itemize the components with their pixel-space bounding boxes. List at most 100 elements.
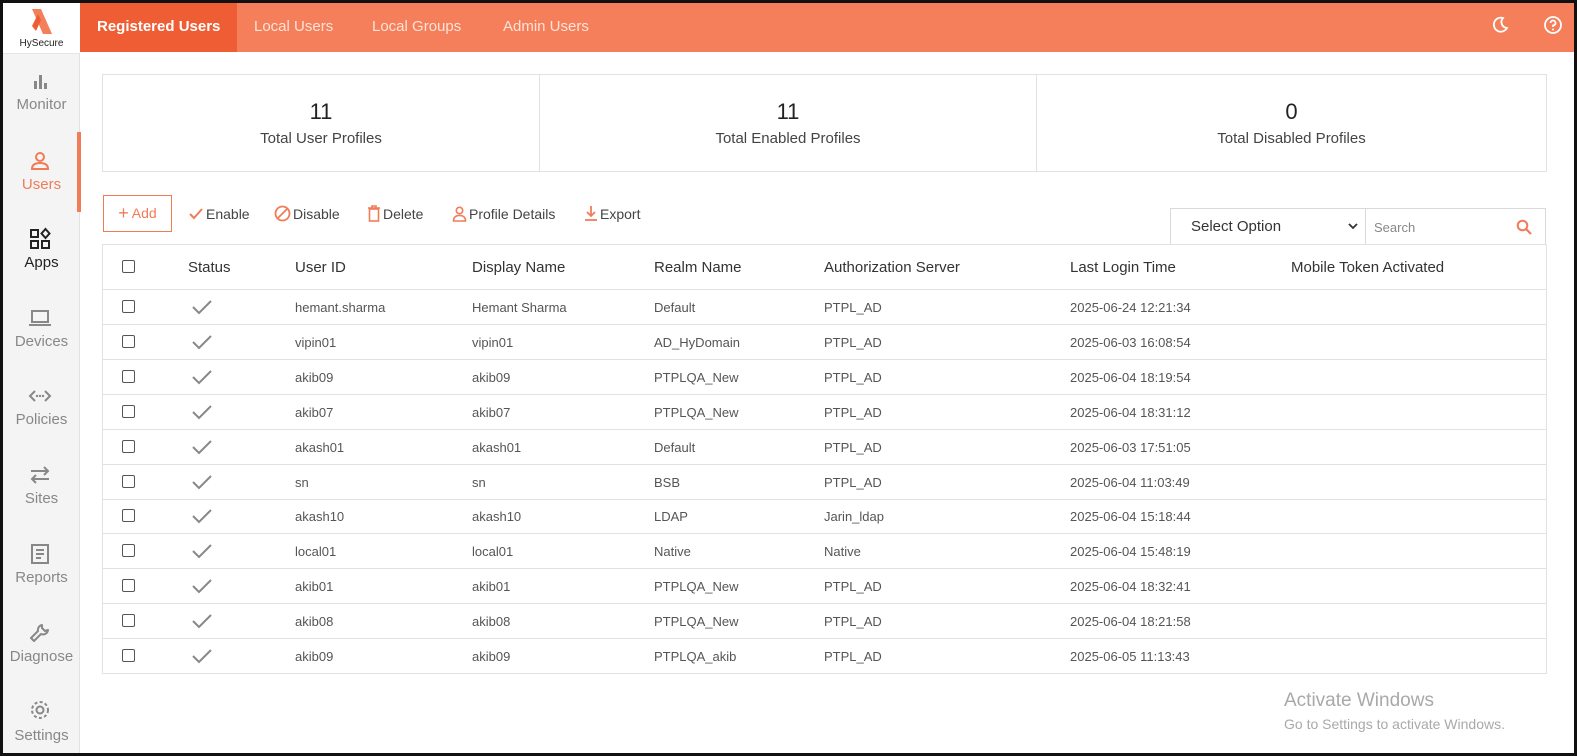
tab-registered-users[interactable]: Registered Users — [80, 3, 238, 52]
enable-button[interactable]: Enable — [188, 202, 250, 226]
disable-button[interactable]: Disable — [274, 202, 340, 226]
cell-authorization-server: PTPL_AD — [824, 404, 882, 420]
column-header-last-login-time[interactable]: Last Login Time — [1070, 259, 1176, 276]
sidebar-item-apps[interactable]: Apps — [3, 225, 80, 301]
logo[interactable]: HySecure — [3, 3, 80, 54]
sidebar-item-label: Diagnose — [9, 648, 74, 665]
cell-display-name: akib09 — [472, 369, 511, 385]
cell-last-login-time: 2025-06-04 15:18:44 — [1070, 509, 1191, 525]
users-table: Status User ID Display Name Realm Name A… — [102, 244, 1547, 674]
tab-local-users[interactable]: Local Users — [237, 3, 350, 52]
stat-value: 11 — [309, 99, 333, 124]
report-icon — [31, 544, 49, 564]
cell-realm-name: BSB — [654, 474, 681, 490]
table-row[interactable]: akib09 akib09 PTPLQA_New PTPL_AD 2025-06-04 … — [103, 360, 1546, 395]
sidebar-item-users[interactable]: Users — [3, 147, 80, 223]
enabled-check-icon — [192, 300, 212, 315]
stat-total-user-profiles: 11 Total User Profiles — [103, 75, 539, 171]
stat-total-enabled-profiles: 11 Total Enabled Profiles — [539, 75, 1036, 171]
row-checkbox[interactable] — [122, 334, 135, 348]
select-all-checkbox[interactable] — [122, 260, 135, 273]
table-row[interactable]: akib07 akib07 PTPLQA_New PTPL_AD 2025-06-04 … — [103, 395, 1546, 430]
profile-details-button[interactable]: Profile Details — [452, 202, 555, 226]
cell-user-id: local01 — [295, 544, 337, 560]
add-button[interactable]: + Add — [103, 195, 172, 232]
table-row[interactable]: akib09 akib09 PTPLQA_akib PTPL_AD 2025-06-05… — [103, 639, 1546, 674]
export-label: Export — [600, 206, 641, 222]
cell-user-id: akash10 — [295, 509, 345, 525]
row-checkbox[interactable] — [122, 544, 135, 558]
cell-user-id: akib09 — [295, 369, 334, 385]
download-icon — [585, 206, 597, 221]
table-row[interactable]: akib08 akib08 PTPLQA_New PTPL_AD 2025-06-04 … — [103, 604, 1546, 640]
column-header-display-name[interactable]: Display Name — [472, 259, 565, 276]
table-row[interactable]: sn sn BSB PTPL_AD 2025-06-04 11:03:49 — [103, 465, 1546, 500]
cell-display-name: akib07 — [472, 404, 511, 420]
sidebar-item-monitor[interactable]: Monitor — [3, 67, 80, 143]
export-button[interactable]: Export — [584, 202, 640, 226]
cell-display-name: Hemant Sharma — [472, 300, 567, 315]
sidebar-item-policies[interactable]: Policies — [3, 382, 80, 458]
sidebar-item-label: Apps — [24, 254, 59, 271]
cell-last-login-time: 2025-06-04 15:48:19 — [1070, 544, 1191, 560]
row-checkbox[interactable] — [122, 439, 135, 453]
cell-realm-name: Default — [654, 300, 696, 315]
wrench-icon — [30, 624, 49, 642]
delete-button[interactable]: Delete — [367, 202, 423, 226]
cell-last-login-time: 2025-06-04 18:32:41 — [1070, 579, 1191, 595]
search-icon[interactable] — [1516, 219, 1532, 235]
chevron-down-icon — [1348, 223, 1358, 230]
row-checkbox[interactable] — [122, 369, 135, 383]
row-checkbox[interactable] — [122, 300, 135, 313]
row-checkbox[interactable] — [122, 474, 135, 488]
cell-realm-name: Default — [654, 439, 696, 455]
row-checkbox[interactable] — [122, 404, 135, 418]
cell-last-login-time: 2025-06-03 16:08:54 — [1070, 334, 1191, 350]
cell-display-name: local01 — [472, 544, 514, 560]
filter-select-value: Select Option — [1191, 218, 1282, 235]
row-checkbox[interactable] — [122, 509, 135, 523]
sidebar: HySecure Monitor Users Apps Devices Poli… — [3, 3, 81, 753]
column-header-status[interactable]: Status — [188, 259, 231, 276]
sidebar-item-diagnose[interactable]: Diagnose — [3, 619, 80, 695]
row-checkbox[interactable] — [122, 579, 135, 593]
sidebar-item-label: Devices — [14, 333, 69, 350]
logo-text: HySecure — [19, 38, 64, 49]
enabled-check-icon — [192, 474, 212, 489]
cell-realm-name: LDAP — [654, 509, 688, 525]
cell-authorization-server: PTPL_AD — [824, 474, 882, 490]
column-header-user-id[interactable]: User ID — [295, 259, 346, 276]
sidebar-item-devices[interactable]: Devices — [3, 304, 80, 380]
sidebar-item-reports[interactable]: Reports — [3, 540, 80, 616]
moon-icon[interactable] — [1490, 15, 1510, 35]
cell-user-id: akash01 — [295, 439, 345, 455]
row-checkbox[interactable] — [122, 614, 135, 628]
activate-windows-watermark: Activate Windows Go to Settings to activ… — [1284, 690, 1505, 732]
help-icon[interactable] — [1543, 15, 1563, 35]
sidebar-item-settings[interactable]: Settings — [3, 698, 80, 753]
cell-authorization-server: PTPL_AD — [824, 334, 882, 350]
sidebar-item-label: Reports — [15, 569, 68, 586]
table-row[interactable]: akash10 akash10 LDAP Jarin_ldap 2025-06-04 1… — [103, 499, 1546, 535]
table-row[interactable]: local01 local01 Native Native 2025-06-04 15:… — [103, 534, 1546, 570]
tab-admin-users[interactable]: Admin Users — [486, 3, 606, 52]
column-header-authorization-server[interactable]: Authorization Server — [824, 259, 960, 276]
filter-select[interactable]: Select Option — [1170, 208, 1366, 245]
table-row[interactable]: hemant.sharma Hemant Sharma Default PTPL_AD… — [103, 290, 1546, 325]
enabled-check-icon — [192, 439, 212, 455]
table-row[interactable]: vipin01 vipin01 AD_HyDomain PTPL_AD 2025-06-… — [103, 325, 1546, 360]
table-row[interactable]: akib01 akib01 PTPLQA_New PTPL_AD 2025-06-04 … — [103, 569, 1546, 605]
cell-user-id: vipin01 — [295, 334, 337, 350]
tab-local-groups[interactable]: Local Groups — [355, 3, 478, 52]
cell-display-name: vipin01 — [472, 334, 514, 350]
enabled-check-icon — [192, 404, 212, 420]
cell-display-name: akash01 — [472, 439, 522, 455]
row-checkbox[interactable] — [122, 649, 135, 662]
column-header-realm-name[interactable]: Realm Name — [654, 259, 742, 276]
table-row[interactable]: akash01 akash01 Default PTPL_AD 2025-06-03 1… — [103, 430, 1546, 465]
column-header-mobile-token-activated[interactable]: Mobile Token Activated — [1291, 259, 1444, 276]
cell-realm-name: PTPLQA_New — [654, 404, 739, 420]
user-icon — [30, 152, 50, 170]
search-input[interactable] — [1374, 217, 1504, 237]
sidebar-item-sites[interactable]: Sites — [3, 461, 80, 537]
